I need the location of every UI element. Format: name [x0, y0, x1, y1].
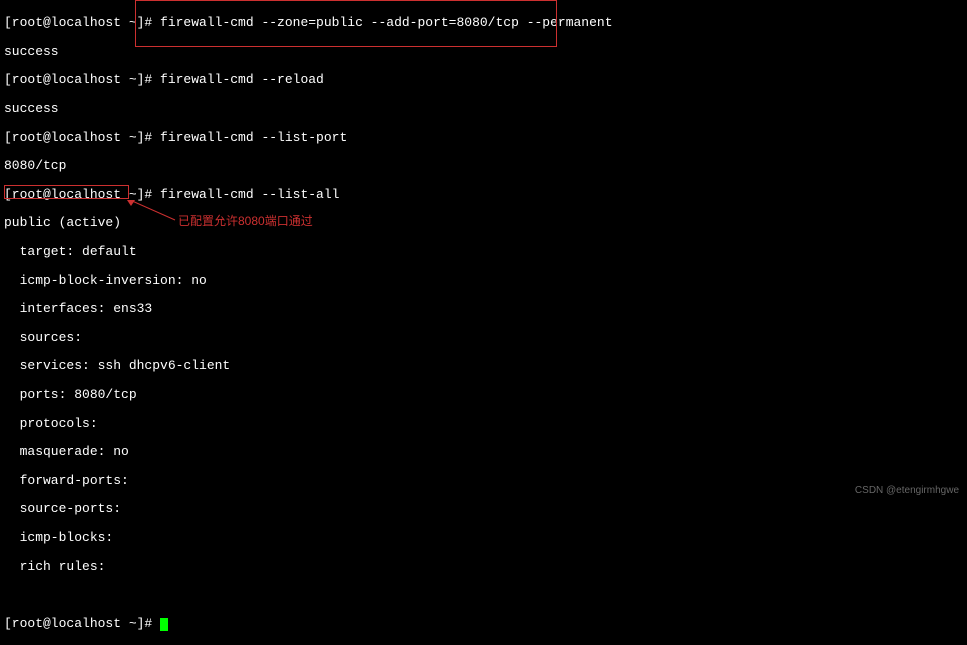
output-text: services: ssh dhcpv6-client: [4, 359, 963, 373]
prompt: [root@localhost ~]#: [4, 72, 160, 87]
terminal-output[interactable]: [root@localhost ~]# firewall-cmd --zone=…: [4, 2, 963, 645]
output-text: interfaces: ens33: [4, 302, 963, 316]
output-text: [4, 588, 963, 602]
prompt: [root@localhost ~]#: [4, 616, 160, 631]
output-text: source-ports:: [4, 502, 963, 516]
cursor-icon: [160, 618, 168, 631]
output-text: masquerade: no: [4, 445, 963, 459]
output-text: public (active): [4, 216, 963, 230]
output-text: success: [4, 102, 963, 116]
output-text: sources:: [4, 331, 963, 345]
prompt: [root@localhost ~]#: [4, 130, 160, 145]
watermark-text: CSDN @etengirmhgwe: [855, 485, 959, 496]
output-text: success: [4, 45, 963, 59]
command-text: firewall-cmd --list-all: [160, 187, 339, 202]
output-text: icmp-block-inversion: no: [4, 274, 963, 288]
output-text: icmp-blocks:: [4, 531, 963, 545]
output-text: forward-ports:: [4, 474, 963, 488]
output-text: 8080/tcp: [4, 159, 963, 173]
prompt: [root@localhost ~]#: [4, 187, 160, 202]
command-text: firewall-cmd --reload: [160, 72, 324, 87]
output-text: ports: 8080/tcp: [4, 388, 963, 402]
prompt: [root@localhost ~]#: [4, 15, 160, 30]
output-text: protocols:: [4, 417, 963, 431]
output-text: target: default: [4, 245, 963, 259]
command-text: firewall-cmd --zone=public --add-port=80…: [160, 15, 612, 30]
command-text: firewall-cmd --list-port: [160, 130, 347, 145]
output-text: rich rules:: [4, 560, 963, 574]
